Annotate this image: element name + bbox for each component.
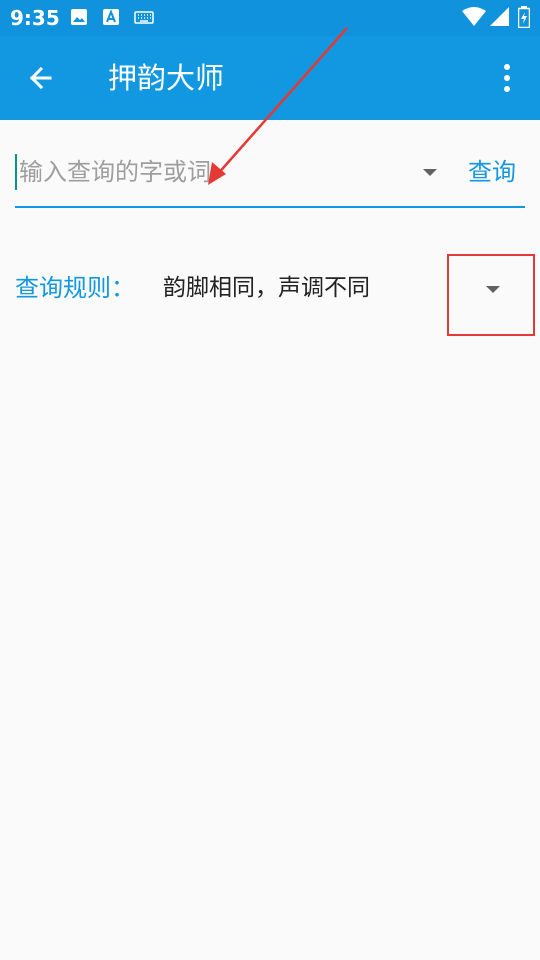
image-icon: [70, 8, 88, 30]
dropdown-icon[interactable]: [415, 160, 445, 184]
status-time: 9:35: [10, 6, 60, 30]
rule-dropdown-highlight[interactable]: [447, 254, 535, 336]
text-cursor: [15, 154, 17, 190]
battery-icon: [517, 6, 531, 32]
status-bar: 9:35: [0, 0, 540, 36]
keyboard-icon: [134, 8, 154, 30]
page-title: 押韵大师: [108, 61, 225, 95]
search-button[interactable]: 查询: [459, 154, 525, 190]
search-input[interactable]: [19, 150, 409, 194]
signal-icon: [490, 7, 510, 31]
arrow-back-icon[interactable]: [22, 58, 62, 98]
search-row: 查询: [15, 150, 525, 208]
rule-select-value[interactable]: 韵脚相同，声调不同: [163, 270, 370, 306]
more-vert-icon[interactable]: [492, 58, 522, 98]
font-icon: [102, 8, 120, 30]
app-toolbar: 押韵大师: [0, 36, 540, 120]
dropdown-icon: [486, 286, 500, 293]
wifi-icon: [462, 7, 486, 31]
rule-label: 查询规则：: [15, 274, 135, 302]
search-underline: [15, 206, 525, 208]
annotation-arrow: [208, 27, 348, 185]
